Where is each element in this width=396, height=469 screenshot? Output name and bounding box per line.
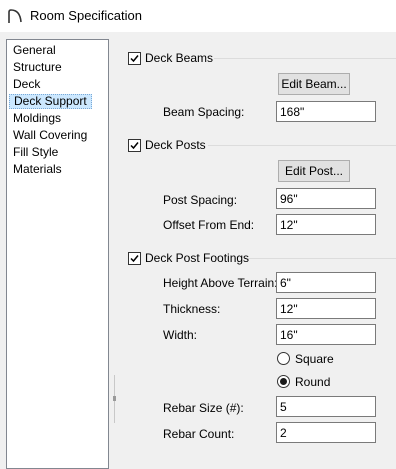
splitter-grip[interactable] [113, 396, 116, 401]
thickness-input[interactable] [276, 298, 376, 319]
edit-post-button[interactable]: Edit Post... [278, 160, 350, 182]
rebar-count-input[interactable] [276, 422, 376, 443]
post-spacing-label: Post Spacing: [163, 193, 238, 207]
deck-beams-checkbox[interactable] [128, 52, 141, 65]
group-separator [248, 258, 396, 259]
height-above-terrain-label: Height Above Terrain: [163, 276, 278, 290]
rebar-size-label: Rebar Size (#): [163, 401, 244, 415]
nav-item-fill-style[interactable]: Fill Style [9, 145, 62, 160]
rebar-size-input[interactable] [276, 396, 376, 417]
round-radio[interactable] [277, 375, 290, 388]
height-above-terrain-input[interactable] [276, 272, 376, 293]
offset-from-end-label: Offset From End: [163, 218, 255, 232]
nav-item-wall-covering[interactable]: Wall Covering [9, 128, 91, 143]
nav-item-structure[interactable]: Structure [9, 60, 66, 75]
post-spacing-input[interactable] [276, 188, 376, 209]
beam-spacing-input[interactable] [276, 101, 376, 122]
nav-item-materials[interactable]: Materials [9, 162, 66, 177]
width-label: Width: [163, 328, 198, 342]
deck-posts-checkbox[interactable] [128, 139, 141, 152]
thickness-label: Thickness: [163, 302, 221, 316]
edit-beam-button[interactable]: Edit Beam... [278, 73, 350, 95]
radio-selected-dot [280, 378, 287, 385]
title-bar: Room Specification [0, 0, 396, 32]
square-radio[interactable] [277, 352, 290, 365]
deck-post-footings-label: Deck Post Footings [145, 251, 250, 265]
nav-item-deck-support[interactable]: Deck Support [9, 94, 92, 109]
deck-posts-label: Deck Posts [145, 138, 206, 152]
checkmark-icon [130, 55, 139, 63]
checkmark-icon [130, 142, 139, 150]
nav-item-deck[interactable]: Deck [9, 77, 44, 92]
offset-from-end-input[interactable] [276, 214, 376, 235]
rebar-count-label: Rebar Count: [163, 427, 235, 441]
category-list[interactable]: General Structure Deck Deck Support Mold… [6, 39, 109, 469]
window-title: Room Specification [30, 8, 142, 23]
room-arc-icon [8, 9, 22, 23]
group-separator [214, 58, 396, 59]
deck-post-footings-checkbox[interactable] [128, 252, 141, 265]
checkmark-icon [130, 255, 139, 263]
square-radio-label: Square [295, 352, 334, 366]
panel-splitter[interactable] [113, 375, 116, 423]
deck-beams-label: Deck Beams [145, 51, 214, 65]
group-separator [208, 145, 396, 146]
nav-item-general[interactable]: General [9, 43, 60, 58]
width-input[interactable] [276, 324, 376, 345]
nav-item-moldings[interactable]: Moldings [9, 111, 65, 126]
beam-spacing-label: Beam Spacing: [163, 105, 245, 119]
round-radio-label: Round [295, 375, 331, 389]
